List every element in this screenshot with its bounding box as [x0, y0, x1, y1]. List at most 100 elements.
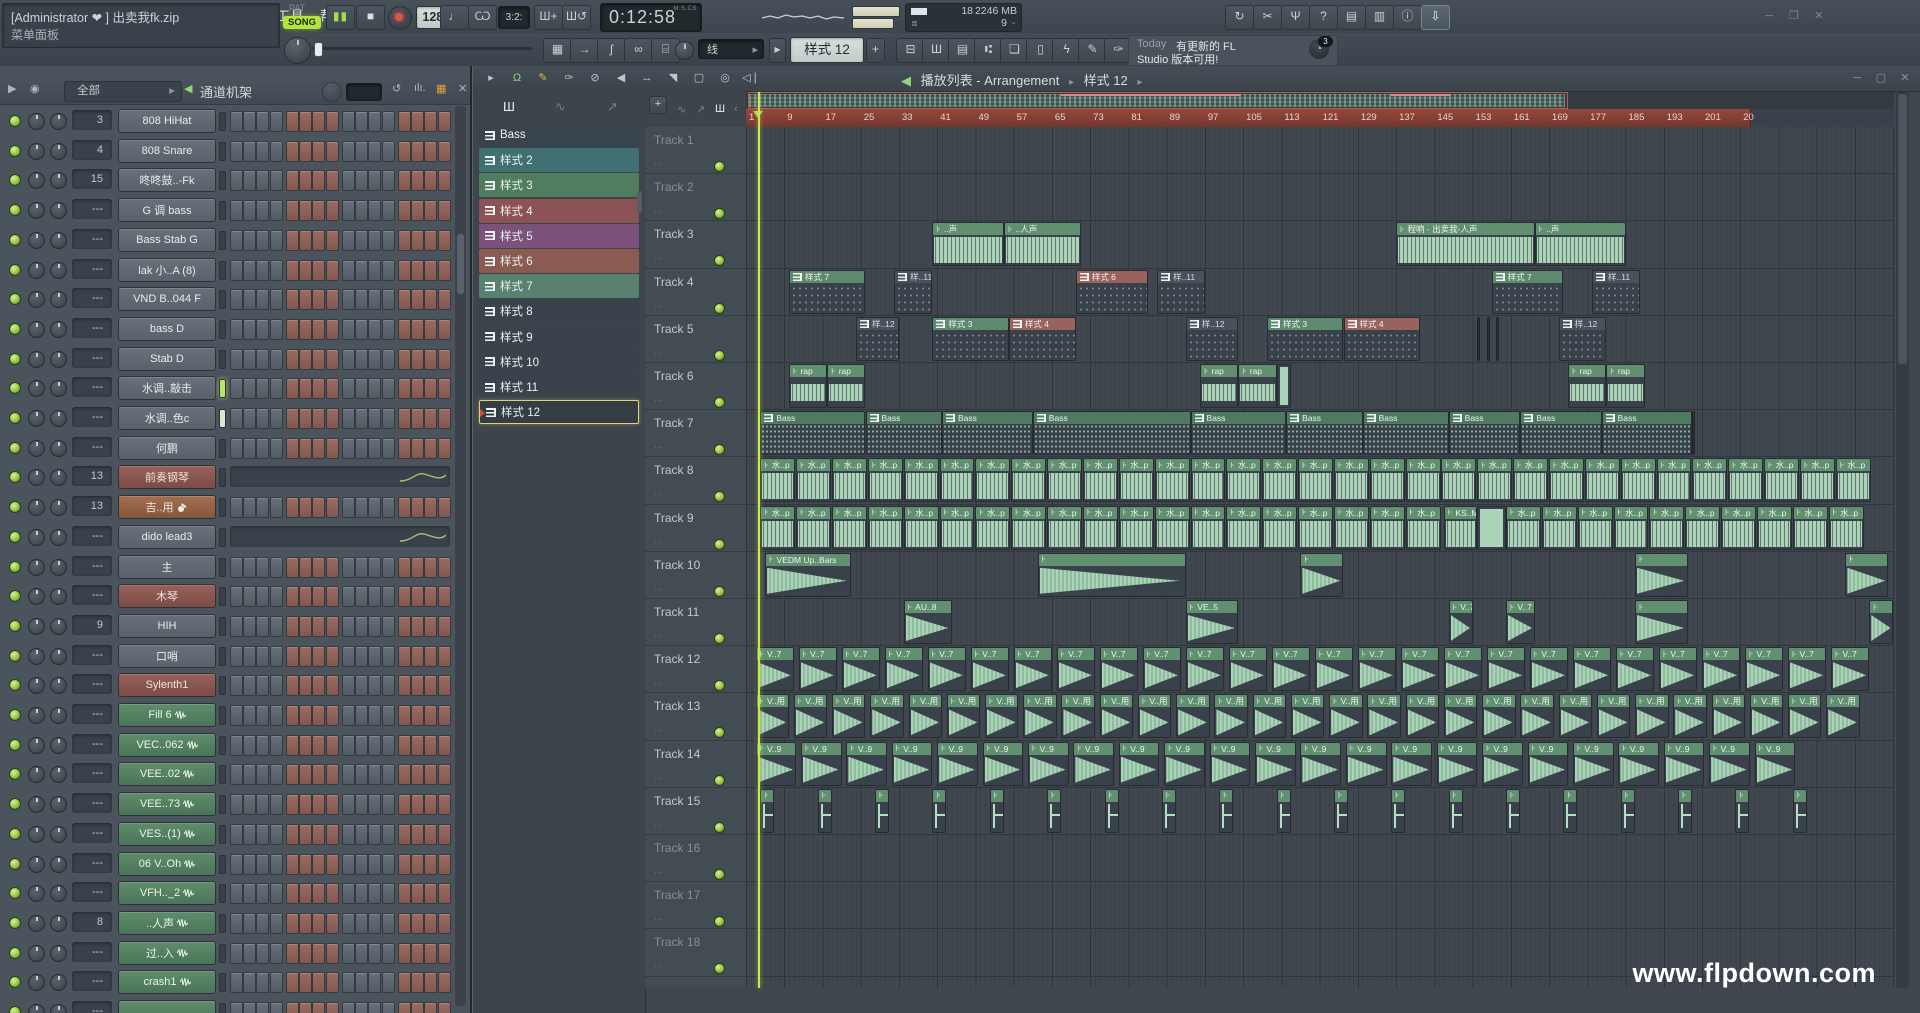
track-lane[interactable]: ⊦rap⊦rap⊦rap⊦rap⊦rap⊦rap	[746, 363, 1894, 410]
volume-knob[interactable]	[50, 113, 67, 130]
step-cell[interactable]	[270, 438, 283, 459]
step-cell[interactable]	[326, 675, 339, 696]
clip[interactable]: ⊦程响 - 出卖我-人声	[1396, 222, 1535, 266]
step-cell[interactable]	[270, 557, 283, 578]
clip[interactable]: ⊦水..p	[1721, 506, 1756, 550]
step-cell[interactable]	[286, 349, 299, 370]
step-cell[interactable]	[438, 111, 451, 132]
channel-number[interactable]: ---	[72, 1001, 112, 1013]
step-cell[interactable]	[424, 289, 437, 310]
step-cell[interactable]	[382, 1002, 395, 1013]
step-cell[interactable]	[230, 764, 243, 785]
step-cell[interactable]	[382, 230, 395, 251]
step-cell[interactable]	[398, 794, 411, 815]
step-cell[interactable]	[382, 972, 395, 993]
step-cell[interactable]	[398, 230, 411, 251]
corner-patterns-icon[interactable]: Ш	[715, 103, 725, 115]
step-cell[interactable]	[270, 260, 283, 281]
step-cell[interactable]	[382, 854, 395, 875]
clip[interactable]: ⊦AU..8	[904, 600, 952, 644]
step-cell[interactable]	[342, 913, 355, 934]
step-cell[interactable]	[424, 735, 437, 756]
step-cell[interactable]	[398, 408, 411, 429]
mute-indicator[interactable]	[219, 1003, 226, 1013]
step-cell[interactable]	[243, 408, 256, 429]
clip[interactable]: ⊦V..7	[1616, 647, 1654, 691]
step-cell[interactable]	[438, 141, 451, 162]
step-cell[interactable]	[243, 705, 256, 726]
step-cell[interactable]	[270, 200, 283, 221]
delete-tool-icon[interactable]: ⊘	[583, 69, 607, 88]
step-cell[interactable]	[270, 1002, 283, 1013]
step-cell[interactable]	[398, 319, 411, 340]
clip[interactable]: 样..11	[1592, 270, 1640, 314]
step-cell[interactable]	[270, 586, 283, 607]
step-cell[interactable]	[355, 408, 368, 429]
channel-number[interactable]: ---	[72, 199, 112, 219]
step-cell[interactable]	[243, 646, 256, 667]
step-cell[interactable]	[243, 141, 256, 162]
step-cell[interactable]	[424, 497, 437, 518]
volume-knob[interactable]	[50, 499, 67, 516]
step-cell[interactable]	[243, 260, 256, 281]
step-cell[interactable]	[438, 349, 451, 370]
pan-knob[interactable]	[28, 172, 45, 189]
pattern-prev-button[interactable]: ▸	[769, 38, 786, 63]
step-cell[interactable]	[382, 349, 395, 370]
step-cell[interactable]	[382, 111, 395, 132]
step-cell[interactable]	[368, 943, 381, 964]
step-cell[interactable]	[256, 1002, 269, 1013]
step-cell[interactable]	[256, 972, 269, 993]
step-cell[interactable]	[424, 141, 437, 162]
clip[interactable]: ⊦V..用	[985, 694, 1018, 738]
play-pause-button[interactable]: ▮▮	[326, 5, 355, 30]
step-cell[interactable]	[312, 1002, 325, 1013]
track-led[interactable]	[714, 586, 725, 597]
step-cell[interactable]	[355, 675, 368, 696]
step-cell[interactable]	[286, 141, 299, 162]
track-header[interactable]: Track 3⋯	[645, 221, 746, 268]
mute-indicator[interactable]	[219, 765, 226, 784]
step-cell[interactable]	[368, 170, 381, 191]
clip[interactable]: ⊦	[1334, 789, 1348, 833]
step-cell[interactable]	[382, 260, 395, 281]
track-led[interactable]	[714, 350, 725, 361]
volume-knob[interactable]	[50, 143, 67, 160]
step-cell[interactable]	[342, 883, 355, 904]
step-cell[interactable]	[368, 854, 381, 875]
step-cell[interactable]	[299, 378, 312, 399]
step-cell[interactable]	[230, 616, 243, 637]
step-cell[interactable]	[398, 141, 411, 162]
clip[interactable]: ⊦V..9	[892, 742, 933, 786]
mixer-window-icon[interactable]: ⑆	[974, 38, 1003, 63]
step-cell[interactable]	[230, 200, 243, 221]
step-cell[interactable]	[342, 438, 355, 459]
channel-led[interactable]	[9, 917, 21, 929]
mute-indicator[interactable]	[219, 350, 226, 369]
clip[interactable]: ⊦V..9	[1618, 742, 1659, 786]
volume-knob[interactable]	[50, 410, 67, 427]
step-cell[interactable]	[312, 824, 325, 845]
volume-knob[interactable]	[50, 291, 67, 308]
step-cell[interactable]	[355, 705, 368, 726]
step-cell[interactable]	[326, 497, 339, 518]
step-cell[interactable]	[342, 260, 355, 281]
clip[interactable]: ⊦V..用	[1138, 694, 1171, 738]
step-cell[interactable]	[256, 646, 269, 667]
track-led[interactable]	[714, 491, 725, 502]
playhead-line[interactable]	[758, 92, 760, 988]
automation-preview[interactable]	[230, 526, 450, 547]
step-cell[interactable]	[299, 764, 312, 785]
step-cell[interactable]	[411, 883, 424, 904]
channel-led[interactable]	[9, 145, 21, 157]
channel-button[interactable]: 主	[118, 555, 216, 579]
channel-button[interactable]: Stab D	[118, 347, 216, 371]
step-cell[interactable]	[243, 972, 256, 993]
step-cell[interactable]	[326, 349, 339, 370]
step-cell[interactable]	[411, 497, 424, 518]
mute-indicator[interactable]	[219, 261, 226, 280]
step-cell[interactable]	[368, 200, 381, 221]
clip[interactable]: ⊦V..7	[1401, 647, 1439, 691]
step-cell[interactable]	[312, 764, 325, 785]
track-lane[interactable]	[746, 174, 1894, 221]
